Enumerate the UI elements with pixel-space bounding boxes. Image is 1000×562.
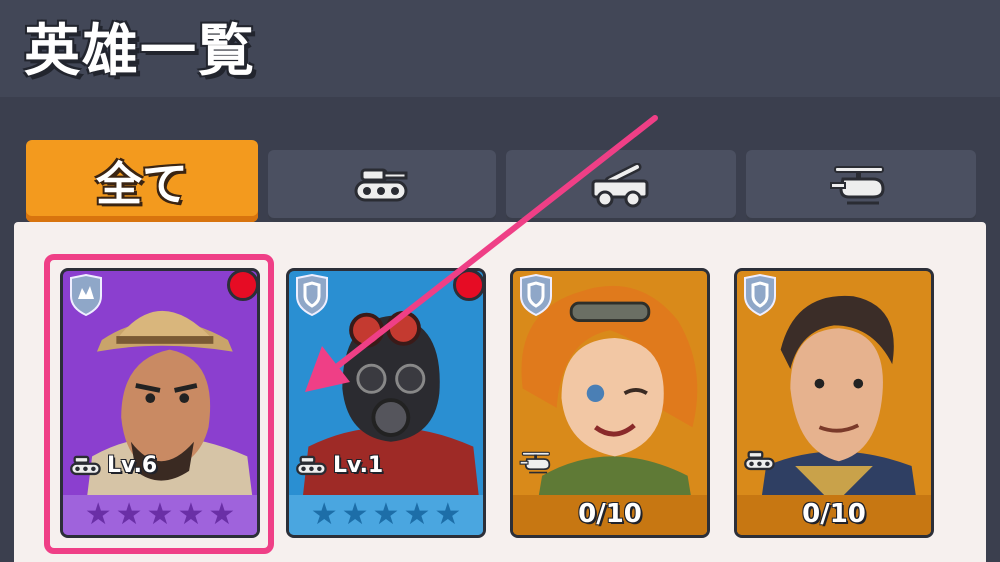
defense-class-badge-icon [520,274,552,316]
hero-card-2[interactable]: Lv.1 ★ ★ ★ ★ ★ [286,268,486,538]
tab-all-label: 全て [96,157,188,211]
tab-tank[interactable] [268,150,496,222]
artillery-truck-icon [591,163,649,208]
star-empty-icon: ★ [372,497,400,532]
shard-progress: 0/10 [578,499,642,529]
tank-icon [744,450,775,471]
level-label: Lv.1 [333,453,384,478]
page-title: 英雄一覧 [24,19,256,84]
hero-card-3[interactable]: 0/10 [510,268,710,538]
star-empty-icon: ★ [434,497,462,532]
defense-class-badge-icon [744,274,776,316]
tank-icon [296,455,327,475]
helicopter-icon [519,451,551,474]
notification-dot [453,271,483,301]
defense-class-badge-icon [296,274,328,316]
star-empty-icon: ★ [341,497,369,532]
shard-progress: 0/10 [802,499,866,529]
annotation-highlight-box [44,254,274,554]
star-empty-icon: ★ [403,497,431,532]
helicopter-icon [830,166,885,205]
star-rating: ★ ★ ★ ★ ★ [289,495,483,535]
tank-icon [354,168,408,202]
tab-artillery[interactable] [506,150,736,222]
star-empty-icon: ★ [310,497,338,532]
tab-helicopter[interactable] [746,150,976,222]
hero-level: Lv.1 [295,453,383,478]
tab-all[interactable]: 全て [26,140,258,222]
hero-card-4[interactable]: 0/10 [734,268,934,538]
